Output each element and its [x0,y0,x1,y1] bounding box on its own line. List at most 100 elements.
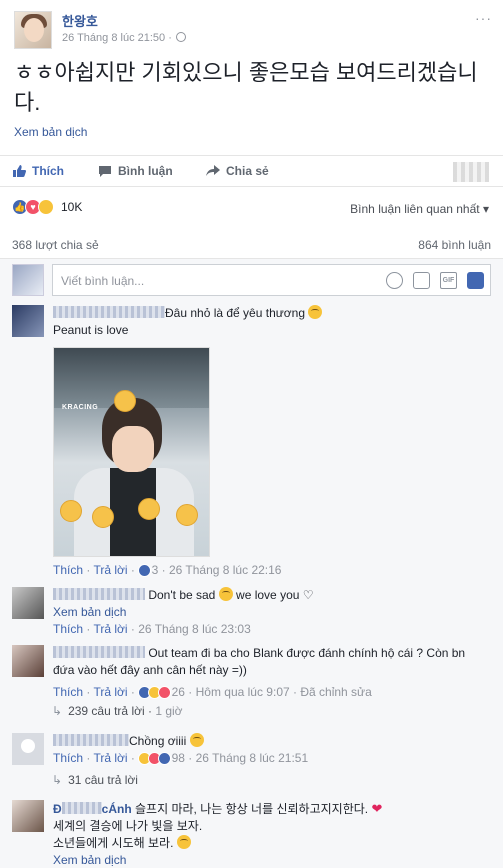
comment-actions: Thích · Trả lời · 26 Tháng 8 lúc 23:03 [53,622,251,636]
orange-sticker-icon [138,498,160,520]
comment-actions: Thích · Trả lời · 98 · 26 Tháng 8 lúc 21… [53,751,309,765]
globe-icon [175,32,186,42]
author-avatar[interactable] [14,11,52,49]
comment-react-count[interactable]: 3 [152,563,159,577]
comment-reply-link[interactable]: Trả lời [93,751,127,765]
reactions-summary[interactable]: 👍 ♥ 10K [12,199,82,215]
comment-body: Don't be sad we love you ♡ Xem bản dịch … [53,587,488,638]
laughing-emoji-icon [189,733,204,747]
replies-time: 1 giờ [155,704,183,718]
emoji-icon[interactable] [386,272,403,289]
comment-actions: Thích · Trả lời · 26 · Hôm qua lúc 9:07 … [53,685,372,699]
reply-arrow-icon: ↳ [52,704,63,718]
like-reaction-icon [158,752,172,765]
like-reaction-icon [138,564,152,577]
comment-text-b: we love you ♡ [236,588,314,602]
commenter-avatar[interactable] [12,587,44,619]
see-translation-link[interactable]: Xem bản dịch [14,125,87,139]
comment-time[interactable]: 26 Tháng 8 lúc 21:51 [196,751,309,765]
post-timestamp[interactable]: 26 Tháng 8 lúc 21:50 · [62,32,186,44]
sad-reaction-icon [38,199,54,215]
commenter-name-blurred[interactable] [61,802,102,814]
orange-sticker-icon [176,504,198,526]
orange-sticker-icon [92,506,114,528]
like-button[interactable]: Thích [12,164,64,178]
comment-label: Bình luận [118,164,173,178]
comment-time[interactable]: 26 Tháng 8 lúc 23:03 [138,622,251,636]
orange-sticker-icon [60,500,82,522]
comment-reply-link[interactable]: Trả lời [93,622,127,636]
view-replies-link[interactable]: ↳ 239 câu trả lời · 1 giờ [52,704,183,718]
commenter-name-start[interactable]: Đ [53,802,62,816]
comment-react-count[interactable]: 26 [172,685,185,699]
comment-photo[interactable]: KRACING [53,347,210,557]
comment-reply-link[interactable]: Trả lời [93,563,127,577]
post-options-icon[interactable]: ··· [475,10,492,26]
comment-reactions[interactable] [138,564,152,577]
gif-icon[interactable]: GIF [440,272,457,289]
comment-reactions[interactable] [138,686,172,699]
comment-actions: Thích · Trả lời · 3 · 26 Tháng 8 lúc 22:… [53,563,282,577]
camera-icon[interactable] [413,272,430,289]
commenter-name-end[interactable]: cÁnh [102,802,132,816]
comment-time[interactable]: Hôm qua lúc 9:07 [196,685,290,699]
comment-text-line2: Peanut is love [53,323,129,337]
see-translation-link[interactable]: Xem bản dịch [53,852,488,868]
chevron-down-icon: ▾ [482,202,489,216]
comment-item: Chồng ơiiii Thích · Trả lời · 98 · 26 Th… [12,733,492,773]
share-label: Chia sẻ [226,164,269,178]
orange-sticker-icon [114,390,136,412]
smile-emoji-icon [176,835,191,849]
photo-tag-text: KRACING [62,404,99,411]
comment-body: Chồng ơiiii Thích · Trả lời · 98 · 26 Th… [53,733,488,767]
replies-count[interactable]: 239 câu trả lời [68,704,145,718]
commenter-avatar[interactable] [12,800,44,832]
comment-like-link[interactable]: Thích [53,563,83,577]
comment-placeholder: Viết bình luận... [61,274,145,288]
post-action-bar: Thích Bình luận Chia sẻ [0,155,503,187]
comment-sort-dropdown[interactable]: Bình luận liên quan nhất ▾ [350,202,489,216]
share-button[interactable]: Chia sẻ [206,164,269,178]
sticker-icon[interactable] [467,272,484,289]
comment-item: ĐcÁnh 슬프지 마라, 나는 항상 너를 신뢰하고지지한다. ❤ 세계의 결… [12,800,492,868]
share-icon [206,165,220,176]
edited-label[interactable]: Đã chỉnh sửa [300,685,371,699]
replies-count[interactable]: 31 câu trả lời [68,773,138,787]
comment-time[interactable]: 26 Tháng 8 lúc 22:16 [169,563,282,577]
commenter-avatar[interactable] [12,645,44,677]
post-header: 한왕호 26 Tháng 8 lúc 21:50 · ··· [14,8,494,49]
view-replies-link[interactable]: ↳ 31 câu trả lời [52,773,138,787]
comment-input[interactable]: Viết bình luận... GIF [52,264,491,296]
comment-text: Đâu nhỏ là để yêu thương [165,306,305,320]
comment-count[interactable]: 864 bình luận [418,238,491,252]
comment-body: Đâu nhỏ là để yêu thương Peanut is love [53,305,488,339]
commenter-name-blurred[interactable] [53,588,145,600]
comment-reactions[interactable] [138,752,172,765]
comment-line-1: 슬프지 마라, 나는 항상 너를 신뢰하고지지한다. [135,802,369,816]
comment-composer: Viết bình luận... GIF [12,264,491,296]
post-stats: 368 lượt chia sẻ 864 bình luận [12,238,491,252]
see-translation-link[interactable]: Xem bản dịch [53,604,488,621]
commenter-name-blurred[interactable] [53,646,145,658]
comment-react-count[interactable]: 98 [172,751,185,765]
like-label: Thích [32,164,64,178]
comment-body: Out team đi ba cho Blank được đánh chính… [53,645,488,701]
timestamp-text[interactable]: 26 Tháng 8 lúc 21:50 · [62,32,172,44]
comment-like-link[interactable]: Thích [53,685,83,699]
sort-label: Bình luận liên quan nhất [350,202,480,216]
author-name[interactable]: 한왕호 [62,11,98,30]
share-count[interactable]: 368 lượt chia sẻ [12,238,99,252]
reaction-count[interactable]: 10K [61,200,82,214]
viewer-avatar-blurred [453,162,489,182]
commenter-name-blurred[interactable] [53,734,129,746]
comment-button[interactable]: Bình luận [98,164,503,178]
commenter-avatar[interactable] [12,305,44,337]
comment-like-link[interactable]: Thích [53,622,83,636]
avatar-face [24,18,44,42]
comment-reply-link[interactable]: Trả lời [93,685,127,699]
comment-like-link[interactable]: Thích [53,751,83,765]
commenter-avatar[interactable] [12,733,44,765]
comment-text: Chồng ơiiii [129,734,187,748]
thumbs-up-icon [13,165,26,177]
commenter-name-blurred[interactable] [53,306,165,318]
